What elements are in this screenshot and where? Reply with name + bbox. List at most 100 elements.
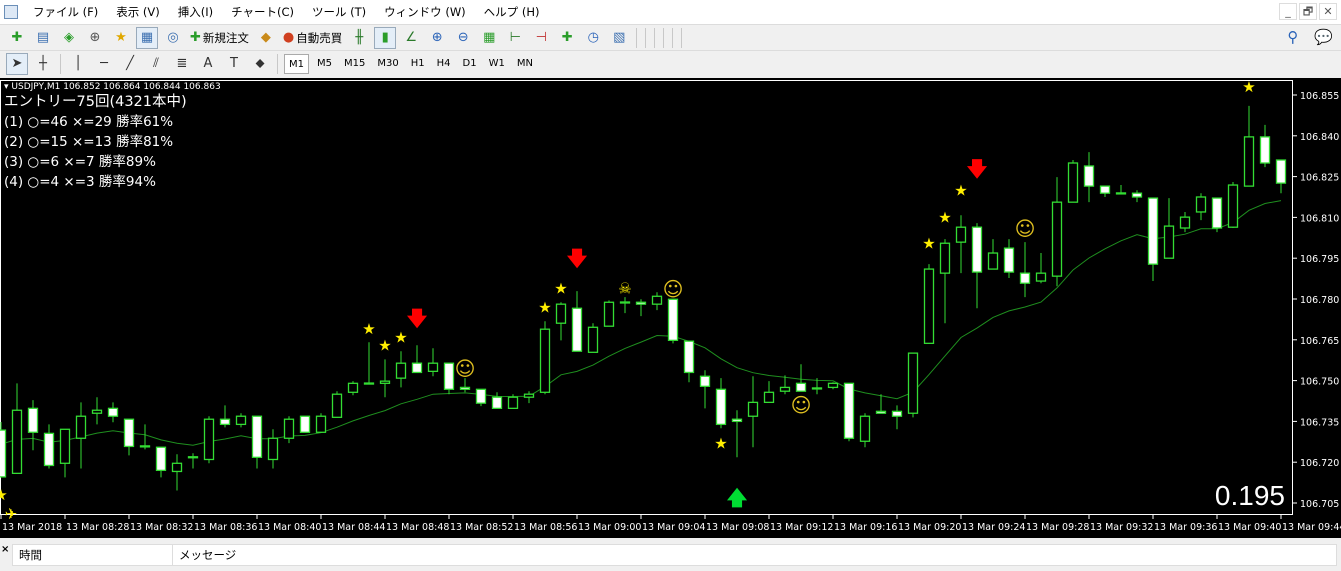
candle bbox=[1019, 272, 1031, 284]
cursor-tool[interactable]: ➤ bbox=[6, 52, 28, 75]
candle bbox=[107, 407, 119, 417]
candle bbox=[11, 409, 23, 475]
candle bbox=[619, 301, 631, 304]
candle bbox=[1067, 162, 1079, 203]
arrow-up-marker-icon: 🡅 bbox=[727, 486, 748, 510]
equidistant-channel-icon: ⫽ bbox=[153, 56, 159, 71]
candle bbox=[27, 407, 39, 433]
menu-tools[interactable]: ツール (T) bbox=[303, 4, 375, 20]
timeframe-m1[interactable]: M1 bbox=[284, 53, 309, 74]
star-marker-icon: ★ bbox=[394, 328, 407, 346]
chart-info: ▾ USDJPY,M1 106.852 106.864 106.844 106.… bbox=[4, 82, 221, 192]
candle bbox=[891, 410, 903, 417]
x-tick-label: 13 Mar 08:28 bbox=[66, 522, 129, 533]
indicators-icon: ✚ bbox=[561, 30, 573, 45]
x-tick-label: 13 Mar 08:56 bbox=[514, 522, 577, 533]
candle bbox=[203, 418, 215, 461]
crosshair-tool[interactable]: ┼ bbox=[32, 53, 54, 75]
star-marker-icon: ★ bbox=[922, 234, 935, 252]
x-tick-label: 13 Mar 09:16 bbox=[834, 522, 897, 533]
candle bbox=[635, 301, 647, 305]
candle bbox=[907, 352, 919, 414]
chat-icon[interactable]: 💬 bbox=[1314, 28, 1333, 46]
data-window-button[interactable]: ⊕ bbox=[84, 27, 106, 49]
vertical-line-tool[interactable]: │ bbox=[67, 53, 89, 75]
x-tick-label: 13 Mar 2018 bbox=[2, 522, 62, 533]
stats-line: (3) ○=6 ×=7 勝率89% bbox=[4, 154, 156, 170]
menu-bar: ファイル (F) 表示 (V) 挿入(I) チャート(C) ツール (T) ウィ… bbox=[0, 0, 1341, 24]
navigator-button[interactable]: ★ bbox=[110, 27, 132, 49]
timeframe-h4[interactable]: H4 bbox=[433, 54, 455, 74]
candle bbox=[731, 418, 743, 423]
menu-file[interactable]: ファイル (F) bbox=[24, 4, 107, 20]
candle bbox=[555, 303, 567, 324]
column-time[interactable]: 時間 bbox=[13, 545, 173, 566]
menu-window[interactable]: ウィンドウ (W) bbox=[375, 4, 475, 20]
autoscroll-button[interactable]: ⊣ bbox=[530, 27, 552, 49]
chart-shift-button[interactable]: ⊢ bbox=[504, 27, 526, 49]
menu-view[interactable]: 表示 (V) bbox=[107, 4, 169, 20]
timeframe-m15[interactable]: M15 bbox=[340, 54, 369, 74]
skull-marker-icon: ☠ bbox=[618, 279, 631, 297]
search-icon[interactable]: ⚲ bbox=[1287, 28, 1298, 46]
y-tick-label: 106.735 bbox=[1300, 417, 1339, 428]
candle bbox=[283, 418, 295, 439]
menu-help[interactable]: ヘルプ (H) bbox=[475, 4, 549, 20]
table-header: 時間 メッセージ bbox=[12, 544, 1337, 566]
y-tick-label: 106.720 bbox=[1300, 458, 1339, 469]
tile-windows-button[interactable]: ▦ bbox=[478, 27, 500, 49]
trendline-icon: ╱ bbox=[126, 56, 134, 71]
profiles-button[interactable]: ▤ bbox=[32, 27, 54, 49]
candle bbox=[955, 226, 967, 243]
autotrading-button[interactable]: ● 自動売買 bbox=[281, 27, 344, 49]
candle bbox=[651, 295, 663, 305]
chart-window[interactable]: 106.855 106.840 106.825 106.810 106.795 106.7… bbox=[0, 78, 1341, 538]
zoom-out-button[interactable]: ⊖ bbox=[452, 27, 474, 49]
timeframe-w1[interactable]: W1 bbox=[485, 54, 509, 74]
candle bbox=[411, 362, 423, 374]
periods-button[interactable]: ◷ bbox=[582, 27, 604, 49]
candle bbox=[59, 428, 71, 464]
close-panel-button[interactable]: × bbox=[1, 544, 9, 555]
x-tick-label: 13 Mar 08:36 bbox=[194, 522, 257, 533]
timeframe-d1[interactable]: D1 bbox=[459, 54, 481, 74]
restore-button[interactable]: 🗗 bbox=[1299, 3, 1317, 20]
moving-average-line bbox=[0, 200, 1282, 446]
strategy-tester-button[interactable]: ◎ bbox=[162, 27, 184, 49]
new-chart-button[interactable]: ✚ bbox=[6, 27, 28, 49]
line-chart-button[interactable]: ∠ bbox=[400, 27, 422, 49]
market-watch-button[interactable]: ◈ bbox=[58, 27, 80, 49]
metaeditor-button[interactable]: ◆ bbox=[255, 27, 277, 49]
x-tick-label: 13 Mar 09:12 bbox=[770, 522, 833, 533]
arrows-tool[interactable]: ⬥ bbox=[249, 53, 271, 75]
timeframe-m30[interactable]: M30 bbox=[373, 54, 402, 74]
text-label-tool[interactable]: T bbox=[223, 53, 245, 75]
close-button[interactable]: ✕ bbox=[1319, 3, 1337, 20]
zoom-in-button[interactable]: ⊕ bbox=[426, 27, 448, 49]
new-order-button[interactable]: ✚ 新規注文 bbox=[188, 27, 251, 49]
star-marker-icon: ★ bbox=[538, 298, 551, 316]
menu-insert[interactable]: 挿入(I) bbox=[169, 4, 222, 20]
candle bbox=[0, 429, 7, 478]
column-message[interactable]: メッセージ bbox=[173, 545, 1336, 566]
equidistant-channel-tool[interactable]: ⫽ bbox=[145, 53, 167, 75]
timeframe-mn[interactable]: MN bbox=[513, 54, 537, 74]
indicators-button[interactable]: ✚ bbox=[556, 27, 578, 49]
candlestick-chart-button[interactable]: ▮ bbox=[374, 26, 397, 49]
horizontal-line-tool[interactable]: ─ bbox=[93, 53, 115, 75]
bar-chart-button[interactable]: ╫ bbox=[348, 27, 370, 49]
fibonacci-tool[interactable]: ≣ bbox=[171, 53, 193, 75]
star-marker-icon: ★ bbox=[714, 434, 727, 452]
text-tool[interactable]: A bbox=[197, 53, 219, 75]
timeframe-m5[interactable]: M5 bbox=[313, 54, 336, 74]
timeframe-h1[interactable]: H1 bbox=[407, 54, 429, 74]
trendline-tool[interactable]: ╱ bbox=[119, 53, 141, 75]
minimize-button[interactable]: _ bbox=[1279, 3, 1297, 20]
terminal-button[interactable]: ▦ bbox=[136, 26, 158, 49]
menu-chart[interactable]: チャート(C) bbox=[222, 4, 303, 20]
templates-button[interactable]: ▧ bbox=[608, 27, 630, 49]
candle bbox=[1147, 197, 1159, 265]
candle bbox=[603, 301, 615, 327]
candle bbox=[523, 393, 535, 398]
metaeditor-icon: ◆ bbox=[260, 30, 271, 45]
